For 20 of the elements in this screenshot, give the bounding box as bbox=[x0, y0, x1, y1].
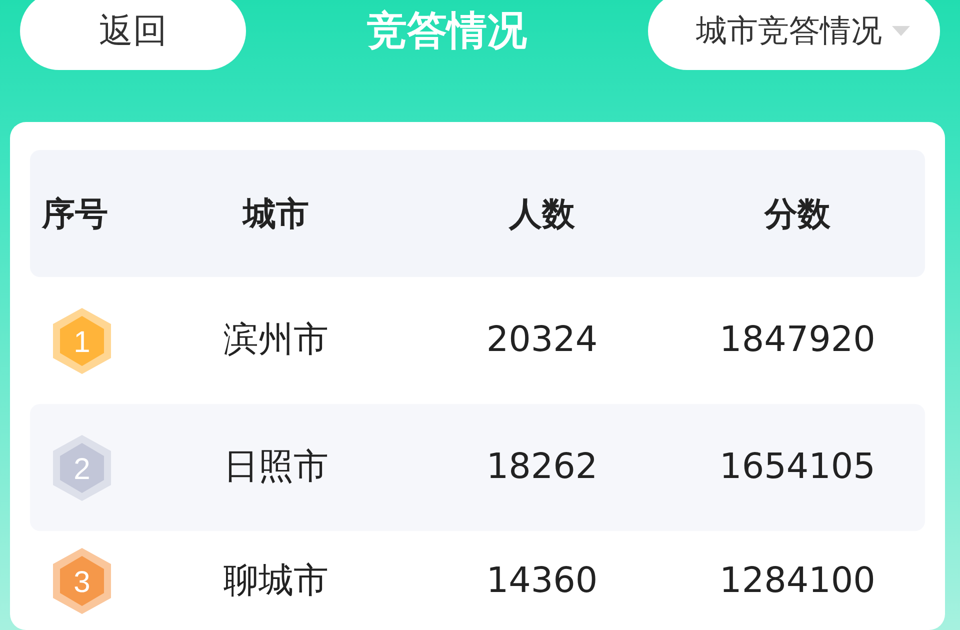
medal-icon: 3 bbox=[50, 546, 114, 616]
page-title: 竞答情况 bbox=[367, 7, 527, 56]
caret-icon bbox=[892, 26, 910, 36]
score-cell-text: 1284100 bbox=[720, 560, 876, 603]
column-header: 城市 bbox=[243, 192, 309, 235]
count-cell-text: 18262 bbox=[486, 446, 598, 490]
city-cell-text: 滨州市 bbox=[224, 319, 328, 362]
medal-icon: 1 bbox=[50, 306, 114, 376]
city-cell-text: 日照市 bbox=[224, 446, 328, 490]
back-button[interactable]: 返回 bbox=[20, 0, 246, 70]
column-header: 分数 bbox=[764, 192, 830, 235]
column-header: 序号 bbox=[42, 192, 108, 235]
medal-icon: 2 bbox=[50, 432, 114, 502]
count-cell-text: 14360 bbox=[486, 560, 598, 603]
score-cell-text: 1847920 bbox=[720, 319, 876, 362]
count-cell-text: 20324 bbox=[486, 319, 598, 362]
city-cell-text: 聊城市 bbox=[224, 560, 328, 603]
dropdown[interactable]: 城市竞答情况 bbox=[648, 0, 940, 70]
score-cell-text: 1654105 bbox=[720, 446, 876, 490]
column-header: 人数 bbox=[509, 192, 575, 235]
